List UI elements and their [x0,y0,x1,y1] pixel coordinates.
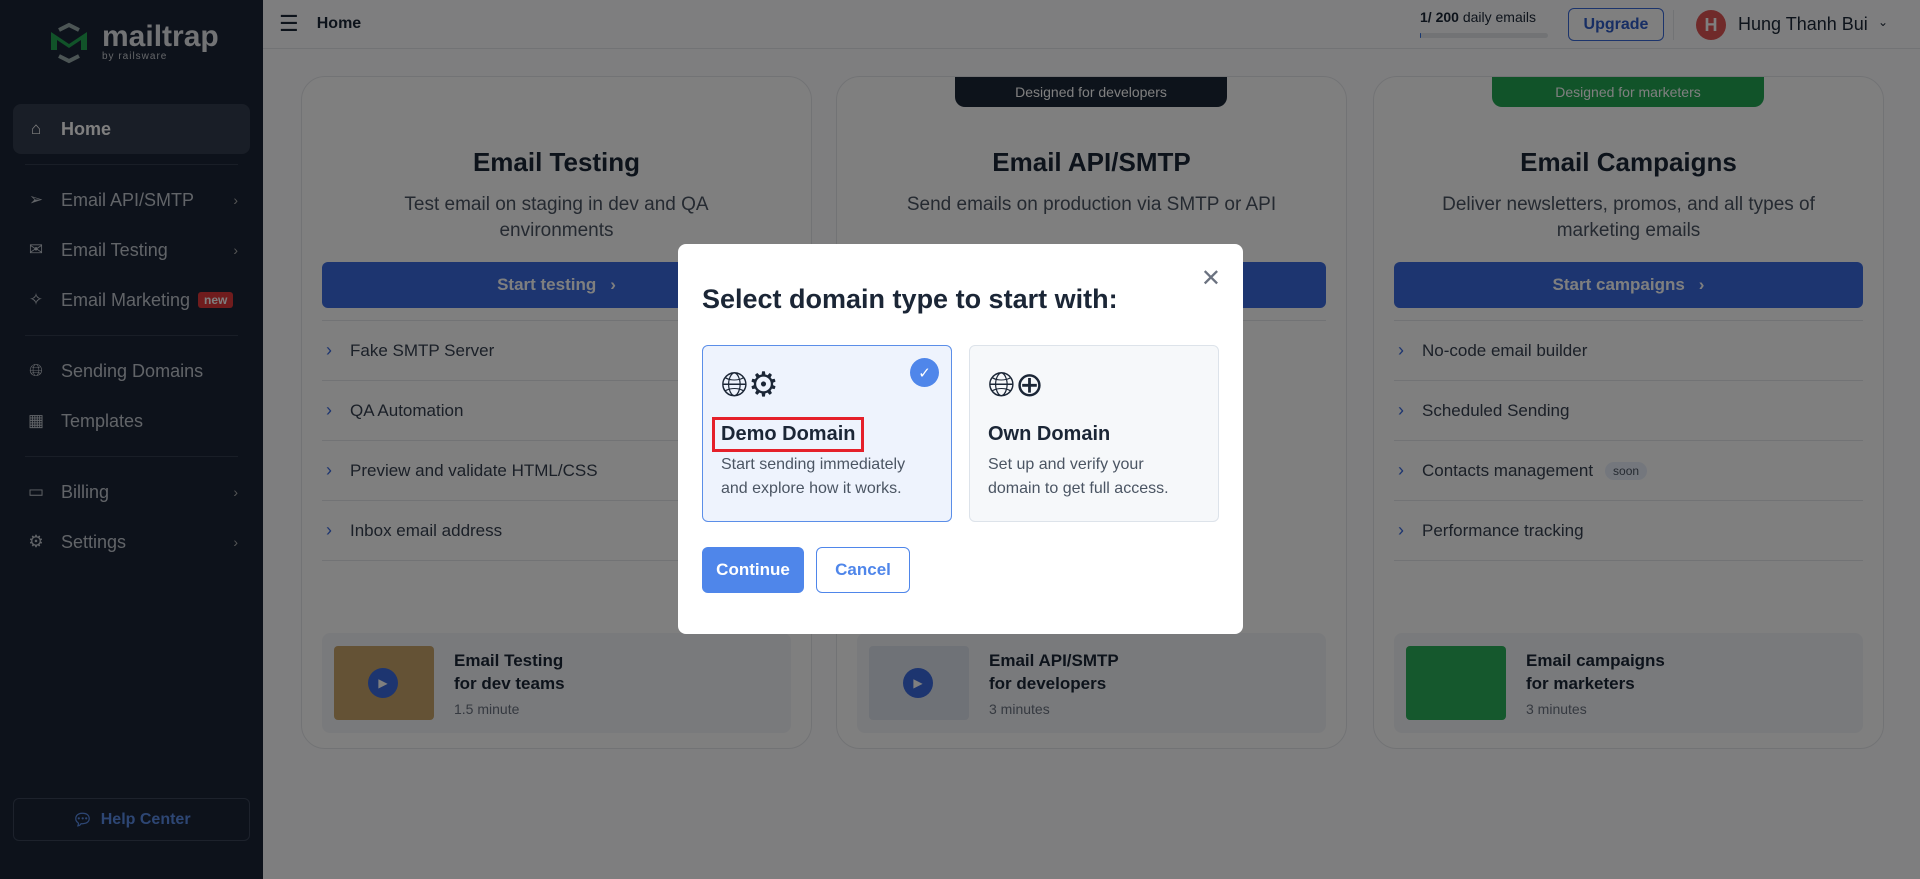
option-desc: Set up and verify your domain to get ful… [988,456,1169,497]
option-desc: Start sending immediately and explore ho… [721,456,906,497]
check-icon: ✓ [910,358,939,387]
domain-type-modal: ✕ Select domain type to start with: ✓ 🌐︎… [678,244,1243,634]
globe-gear-icon: 🌐︎⚙ [721,366,779,404]
globe-plus-icon: 🌐︎⊕ [988,366,1044,404]
cancel-button[interactable]: Cancel [816,547,910,593]
continue-button[interactable]: Continue [702,547,804,593]
option-title: Demo Domain [711,417,865,452]
close-icon[interactable]: ✕ [1201,264,1221,293]
option-title: Own Domain [988,423,1111,445]
modal-title: Select domain type to start with: [702,284,1118,314]
option-demo-domain[interactable]: ✓ 🌐︎⚙ Demo Domain Start sending immediat… [702,345,952,522]
option-own-domain[interactable]: 🌐︎⊕ Own Domain Set up and verify your do… [969,345,1219,522]
